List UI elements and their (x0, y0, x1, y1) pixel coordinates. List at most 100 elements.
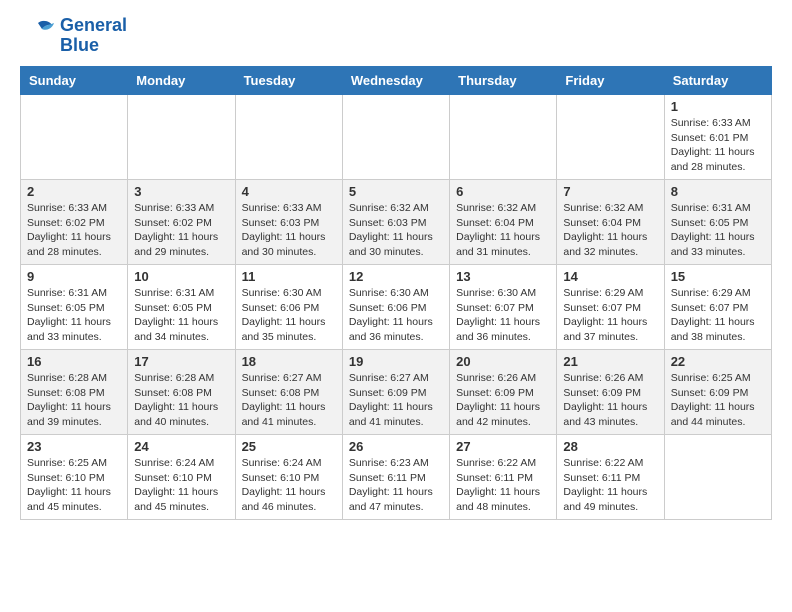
page-header: General Blue (20, 15, 772, 56)
calendar-day-cell (557, 95, 664, 180)
day-number: 8 (671, 184, 765, 199)
day-number: 3 (134, 184, 228, 199)
calendar-week-row: 23 Sunrise: 6:25 AM Sunset: 6:10 PM Dayli… (21, 435, 772, 520)
day-info: Sunrise: 6:31 AM Sunset: 6:05 PM Dayligh… (671, 201, 765, 260)
calendar-day-cell: 26Sunrise: 6:23 AM Sunset: 6:11 PM Dayli… (342, 435, 449, 520)
day-number: 1 (671, 99, 765, 114)
logo-container: General Blue (20, 15, 127, 56)
day-info: Sunrise: 6:26 AM Sunset: 6:09 PM Dayligh… (456, 371, 550, 430)
day-number: 18 (242, 354, 336, 369)
weekday-header: Wednesday (342, 67, 449, 95)
logo: General Blue (20, 15, 127, 56)
logo-bird-icon (20, 15, 56, 51)
day-number: 20 (456, 354, 550, 369)
calendar-day-cell: 22 Sunrise: 6:25 AM Sunset: 6:09 PM Dayli… (664, 350, 771, 435)
day-info: Sunrise: 6:30 AM Sunset: 6:07 PM Dayligh… (456, 286, 550, 345)
day-info: Sunrise: 6:22 AM Sunset: 6:11 PM Dayligh… (456, 456, 550, 515)
day-number: 19 (349, 354, 443, 369)
calendar-day-cell: 8 Sunrise: 6:31 AM Sunset: 6:05 PM Daylig… (664, 180, 771, 265)
day-number: 7 (563, 184, 657, 199)
day-number: 26 (349, 439, 443, 454)
day-number: 5 (349, 184, 443, 199)
day-number: 23 (27, 439, 121, 454)
weekday-header: Tuesday (235, 67, 342, 95)
calendar-day-cell: 6Sunrise: 6:32 AM Sunset: 6:04 PM Daylig… (450, 180, 557, 265)
day-number: 12 (349, 269, 443, 284)
weekday-header: Thursday (450, 67, 557, 95)
day-info: Sunrise: 6:25 AM Sunset: 6:09 PM Dayligh… (671, 371, 765, 430)
calendar-week-row: 2 Sunrise: 6:33 AM Sunset: 6:02 PM Daylig… (21, 180, 772, 265)
day-info: Sunrise: 6:30 AM Sunset: 6:06 PM Dayligh… (242, 286, 336, 345)
calendar-day-cell: 17Sunrise: 6:28 AM Sunset: 6:08 PM Dayli… (128, 350, 235, 435)
calendar-day-cell: 25 Sunrise: 6:24 AM Sunset: 6:10 PM Dayli… (235, 435, 342, 520)
calendar-day-cell (21, 95, 128, 180)
calendar-day-cell: 19 Sunrise: 6:27 AM Sunset: 6:09 PM Dayli… (342, 350, 449, 435)
day-info: Sunrise: 6:32 AM Sunset: 6:04 PM Dayligh… (563, 201, 657, 260)
day-number: 13 (456, 269, 550, 284)
weekday-header: Friday (557, 67, 664, 95)
calendar-day-cell: 28Sunrise: 6:22 AM Sunset: 6:11 PM Dayli… (557, 435, 664, 520)
calendar-week-row: 9 Sunrise: 6:31 AM Sunset: 6:05 PM Daylig… (21, 265, 772, 350)
day-number: 4 (242, 184, 336, 199)
day-info: Sunrise: 6:31 AM Sunset: 6:05 PM Dayligh… (27, 286, 121, 345)
calendar-day-cell: 20 Sunrise: 6:26 AM Sunset: 6:09 PM Dayli… (450, 350, 557, 435)
calendar-table: SundayMondayTuesdayWednesdayThursdayFrid… (20, 66, 772, 520)
day-info: Sunrise: 6:22 AM Sunset: 6:11 PM Dayligh… (563, 456, 657, 515)
calendar-day-cell: 3 Sunrise: 6:33 AM Sunset: 6:02 PM Daylig… (128, 180, 235, 265)
calendar-day-cell: 24 Sunrise: 6:24 AM Sunset: 6:10 PM Dayli… (128, 435, 235, 520)
day-info: Sunrise: 6:24 AM Sunset: 6:10 PM Dayligh… (242, 456, 336, 515)
calendar-week-row: 1 Sunrise: 6:33 AM Sunset: 6:01 PM Daylig… (21, 95, 772, 180)
day-number: 11 (242, 269, 336, 284)
calendar-day-cell (128, 95, 235, 180)
calendar-day-cell: 15 Sunrise: 6:29 AM Sunset: 6:07 PM Dayli… (664, 265, 771, 350)
day-info: Sunrise: 6:33 AM Sunset: 6:02 PM Dayligh… (134, 201, 228, 260)
calendar-day-cell: 27Sunrise: 6:22 AM Sunset: 6:11 PM Dayli… (450, 435, 557, 520)
calendar-header-row: SundayMondayTuesdayWednesdayThursdayFrid… (21, 67, 772, 95)
day-number: 10 (134, 269, 228, 284)
day-info: Sunrise: 6:29 AM Sunset: 6:07 PM Dayligh… (671, 286, 765, 345)
calendar-day-cell (235, 95, 342, 180)
day-info: Sunrise: 6:31 AM Sunset: 6:05 PM Dayligh… (134, 286, 228, 345)
calendar-day-cell: 18Sunrise: 6:27 AM Sunset: 6:08 PM Dayli… (235, 350, 342, 435)
calendar-day-cell: 12 Sunrise: 6:30 AM Sunset: 6:06 PM Dayli… (342, 265, 449, 350)
calendar-day-cell: 4 Sunrise: 6:33 AM Sunset: 6:03 PM Daylig… (235, 180, 342, 265)
logo-text: General Blue (60, 16, 127, 56)
day-info: Sunrise: 6:29 AM Sunset: 6:07 PM Dayligh… (563, 286, 657, 345)
calendar-day-cell: 7 Sunrise: 6:32 AM Sunset: 6:04 PM Daylig… (557, 180, 664, 265)
weekday-header: Monday (128, 67, 235, 95)
calendar-day-cell: 11 Sunrise: 6:30 AM Sunset: 6:06 PM Dayli… (235, 265, 342, 350)
day-number: 2 (27, 184, 121, 199)
calendar-week-row: 16Sunrise: 6:28 AM Sunset: 6:08 PM Dayli… (21, 350, 772, 435)
day-info: Sunrise: 6:33 AM Sunset: 6:03 PM Dayligh… (242, 201, 336, 260)
day-number: 24 (134, 439, 228, 454)
day-number: 14 (563, 269, 657, 284)
day-info: Sunrise: 6:25 AM Sunset: 6:10 PM Dayligh… (27, 456, 121, 515)
day-info: Sunrise: 6:28 AM Sunset: 6:08 PM Dayligh… (27, 371, 121, 430)
weekday-header: Saturday (664, 67, 771, 95)
day-number: 15 (671, 269, 765, 284)
day-info: Sunrise: 6:26 AM Sunset: 6:09 PM Dayligh… (563, 371, 657, 430)
calendar-day-cell: 16Sunrise: 6:28 AM Sunset: 6:08 PM Dayli… (21, 350, 128, 435)
day-number: 22 (671, 354, 765, 369)
day-info: Sunrise: 6:24 AM Sunset: 6:10 PM Dayligh… (134, 456, 228, 515)
calendar-day-cell: 23 Sunrise: 6:25 AM Sunset: 6:10 PM Dayli… (21, 435, 128, 520)
day-info: Sunrise: 6:28 AM Sunset: 6:08 PM Dayligh… (134, 371, 228, 430)
logo-icon-wrapper (20, 15, 56, 56)
calendar-day-cell: 2 Sunrise: 6:33 AM Sunset: 6:02 PM Daylig… (21, 180, 128, 265)
day-info: Sunrise: 6:30 AM Sunset: 6:06 PM Dayligh… (349, 286, 443, 345)
day-info: Sunrise: 6:33 AM Sunset: 6:02 PM Dayligh… (27, 201, 121, 260)
day-number: 21 (563, 354, 657, 369)
day-number: 9 (27, 269, 121, 284)
calendar-day-cell (342, 95, 449, 180)
day-number: 25 (242, 439, 336, 454)
calendar-day-cell (664, 435, 771, 520)
calendar-day-cell: 5 Sunrise: 6:32 AM Sunset: 6:03 PM Daylig… (342, 180, 449, 265)
calendar-day-cell (450, 95, 557, 180)
day-info: Sunrise: 6:33 AM Sunset: 6:01 PM Dayligh… (671, 116, 765, 175)
page-container: General Blue SundayMondayTuesdayWednesda… (0, 0, 792, 535)
day-info: Sunrise: 6:32 AM Sunset: 6:03 PM Dayligh… (349, 201, 443, 260)
calendar-day-cell: 13 Sunrise: 6:30 AM Sunset: 6:07 PM Dayli… (450, 265, 557, 350)
day-info: Sunrise: 6:32 AM Sunset: 6:04 PM Dayligh… (456, 201, 550, 260)
weekday-header: Sunday (21, 67, 128, 95)
day-info: Sunrise: 6:27 AM Sunset: 6:09 PM Dayligh… (349, 371, 443, 430)
